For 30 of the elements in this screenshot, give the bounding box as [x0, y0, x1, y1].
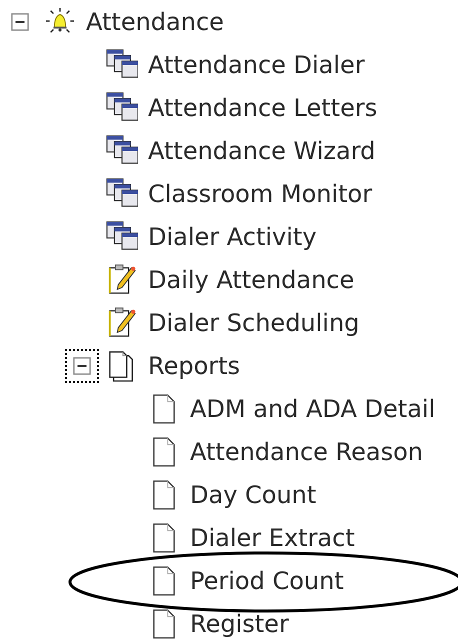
windows-icon: [106, 92, 138, 124]
tree-item[interactable]: ADM and ADA Detail: [190, 394, 436, 422]
document-icon: [152, 522, 176, 554]
tree-item[interactable]: Attendance Reason: [190, 438, 424, 466]
windows-icon: [106, 48, 138, 80]
document-icon: [152, 392, 176, 424]
tree-item[interactable]: Register: [190, 610, 289, 638]
notepad-pencil-icon: [107, 306, 137, 338]
windows-icon: [106, 220, 138, 252]
notepad-pencil-icon: [107, 264, 137, 296]
tree-item[interactable]: Daily Attendance: [148, 266, 354, 294]
collapse-toggle[interactable]: [11, 12, 29, 30]
document-icon: [152, 564, 176, 596]
tree-item[interactable]: Reports: [148, 352, 240, 380]
tree-item[interactable]: Attendance Letters: [148, 94, 378, 122]
tree-item[interactable]: Day Count: [190, 480, 316, 508]
tree-item[interactable]: Attendance Wizard: [148, 136, 376, 164]
tree-item[interactable]: Dialer Activity: [148, 222, 317, 250]
document-icon: [152, 478, 176, 510]
tree-item[interactable]: Period Count: [190, 566, 344, 594]
windows-icon: [106, 134, 138, 166]
tree-item[interactable]: Attendance Dialer: [148, 50, 365, 78]
collapse-toggle[interactable]: [73, 356, 91, 374]
tree-item[interactable]: Classroom Monitor: [148, 180, 372, 208]
tree-item[interactable]: Attendance: [86, 8, 224, 36]
windows-icon: [106, 178, 138, 210]
tree-item[interactable]: Dialer Extract: [190, 524, 355, 552]
document-icon: [152, 608, 176, 640]
tree-item[interactable]: Dialer Scheduling: [148, 308, 360, 336]
document-icon: [152, 436, 176, 468]
